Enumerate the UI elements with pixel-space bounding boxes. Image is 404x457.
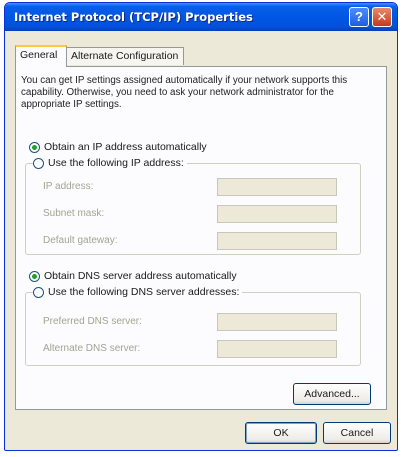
default-gateway-input[interactable] bbox=[217, 232, 337, 250]
radio-selected-icon bbox=[29, 141, 40, 153]
ip-address-row: IP address: bbox=[43, 178, 343, 198]
ip-address-input[interactable] bbox=[217, 178, 337, 196]
use-following-ip-radio[interactable]: Use the following IP address: bbox=[33, 155, 187, 171]
tab-alternate-configuration[interactable]: Alternate Configuration bbox=[66, 47, 184, 65]
subnet-mask-label: Subnet mask: bbox=[43, 208, 105, 219]
alternate-dns-label: Alternate DNS server: bbox=[43, 343, 141, 354]
window-title: Internet Protocol (TCP/IP) Properties bbox=[14, 10, 253, 24]
preferred-dns-label: Preferred DNS server: bbox=[43, 316, 142, 327]
alternate-dns-input[interactable] bbox=[217, 340, 337, 358]
use-following-dns-radio[interactable]: Use the following DNS server addresses: bbox=[33, 284, 243, 300]
cancel-button[interactable]: Cancel bbox=[323, 422, 391, 444]
ok-button[interactable]: OK bbox=[245, 422, 317, 444]
obtain-dns-automatically-label: Obtain DNS server address automatically bbox=[44, 270, 237, 282]
ip-address-label: IP address: bbox=[43, 181, 94, 192]
subnet-mask-input[interactable] bbox=[217, 205, 337, 223]
close-button[interactable]: ✕ bbox=[372, 7, 392, 27]
advanced-button[interactable]: Advanced... bbox=[293, 383, 371, 405]
default-gateway-row: Default gateway: bbox=[43, 232, 343, 252]
subnet-mask-row: Subnet mask: bbox=[43, 205, 343, 225]
question-mark-icon: ? bbox=[355, 9, 363, 24]
default-gateway-label: Default gateway: bbox=[43, 235, 118, 246]
obtain-ip-automatically-label: Obtain an IP address automatically bbox=[44, 141, 207, 153]
title-bar[interactable]: Internet Protocol (TCP/IP) Properties ? … bbox=[5, 3, 397, 31]
preferred-dns-row: Preferred DNS server: bbox=[43, 313, 343, 333]
radio-unselected-icon bbox=[33, 286, 44, 298]
obtain-ip-automatically-radio[interactable]: Obtain an IP address automatically bbox=[29, 139, 207, 155]
tcpip-properties-dialog: Internet Protocol (TCP/IP) Properties ? … bbox=[4, 2, 398, 451]
tab-general[interactable]: General bbox=[15, 45, 67, 67]
alternate-dns-row: Alternate DNS server: bbox=[43, 340, 343, 360]
use-following-dns-label: Use the following DNS server addresses: bbox=[48, 286, 240, 298]
preferred-dns-input[interactable] bbox=[217, 313, 337, 331]
obtain-dns-automatically-radio[interactable]: Obtain DNS server address automatically bbox=[29, 268, 237, 284]
radio-selected-icon bbox=[29, 270, 40, 282]
radio-unselected-icon bbox=[33, 157, 44, 169]
help-button[interactable]: ? bbox=[349, 7, 369, 27]
description-text: You can get IP settings assigned automat… bbox=[21, 75, 348, 110]
close-icon: ✕ bbox=[376, 9, 388, 24]
use-following-ip-label: Use the following IP address: bbox=[48, 157, 184, 169]
